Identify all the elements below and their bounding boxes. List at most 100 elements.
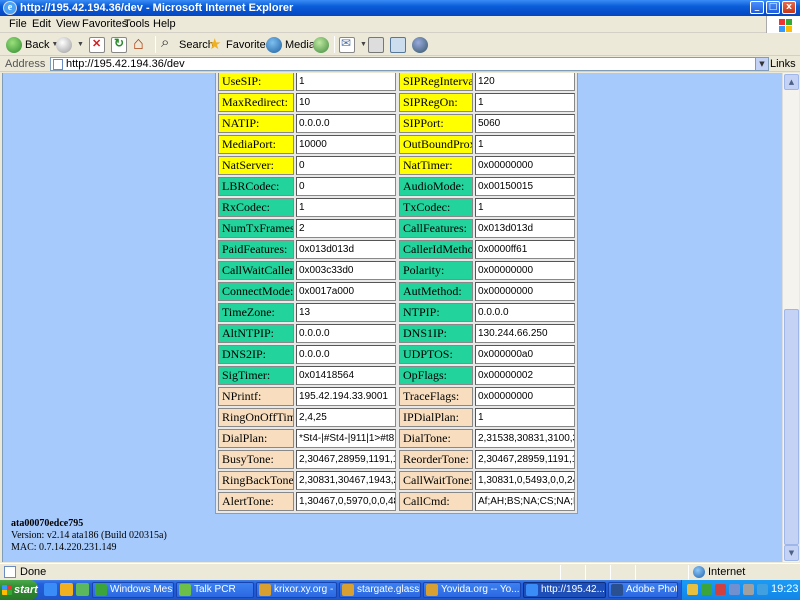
param-input[interactable]: 1 [296,198,396,217]
param-input[interactable]: 2,30467,28959,1191,151 [475,450,575,469]
param-input[interactable]: 0x00000002 [475,366,575,385]
menu-favorites[interactable]: Favorites [82,18,127,30]
param-input[interactable]: 0x00000000 [475,156,575,175]
task-label: krixor.xy.org - ... [274,584,336,595]
param-input[interactable]: 1 [475,135,575,154]
param-input[interactable]: 0x0000ff61 [475,240,575,259]
address-url[interactable]: http://195.42.194.36/dev [66,58,185,71]
param-input[interactable]: 1 [296,73,396,91]
tray-icon[interactable] [687,584,698,595]
messenger-icon [412,36,428,53]
param-input[interactable]: 0x013d013d [296,240,396,259]
tray-icon[interactable] [701,584,712,595]
menu-view[interactable]: View [56,18,80,30]
menu-edit[interactable]: Edit [32,18,51,30]
param-input[interactable]: 5060 [475,114,575,133]
param-label: BusyTone: [218,450,294,469]
mail-button[interactable]: ▼ [339,35,367,54]
param-input[interactable]: 120 [475,73,575,91]
maximize-button[interactable]: □ [766,1,780,14]
address-dropdown-icon[interactable]: ▼ [755,58,768,70]
param-input[interactable]: 130.244.66.250 [475,324,575,343]
param-input[interactable]: 1 [475,198,575,217]
print-button[interactable] [368,35,387,54]
taskbar-button[interactable]: http://195.42.... [523,582,606,598]
menu-help[interactable]: Help [153,18,176,30]
taskbar-button[interactable]: Windows Messe... [92,582,174,598]
edit-button[interactable] [390,35,409,54]
task-label: http://195.42.... [541,584,606,595]
param-input[interactable]: 1,30467,0,5970,0,0,480,4 [296,492,396,511]
param-input[interactable]: 13 [296,303,396,322]
param-input[interactable]: 0.0.0.0 [296,114,396,133]
taskbar-button[interactable]: Yovida.org -- Yo... [423,582,521,598]
param-row: NumTxFrames: 2 CallFeatures: 0x013d013d [216,217,579,238]
param-input[interactable]: 0x00000000 [475,282,575,301]
param-input[interactable]: 0.0.0.0 [475,303,575,322]
taskbar-button[interactable]: stargate.glassbi... [339,582,421,598]
tray-icon[interactable] [757,584,768,595]
forward-dropdown-icon[interactable]: ▼ [77,41,84,48]
taskbar-button[interactable]: Talk PCR [176,582,254,598]
param-input[interactable]: 195.42.194.33.9001 [296,387,396,406]
param-input[interactable]: *St4-|#St4-|911|1>#t8.r9t [296,429,396,448]
forward-button[interactable]: ▼ [56,35,84,54]
media-button[interactable]: Media [266,35,315,54]
minimize-button[interactable]: _ [750,1,764,14]
address-input[interactable]: http://195.42.194.36/dev ▼ [50,57,769,71]
tray-icon[interactable] [729,584,740,595]
param-input[interactable]: 0x000000a0 [475,345,575,364]
menu-file[interactable]: File [9,18,27,30]
tray-icon[interactable] [715,584,726,595]
param-input[interactable]: 2 [296,219,396,238]
start-button[interactable]: start [0,580,38,600]
links-button[interactable]: Links [770,58,796,70]
tray-icon[interactable] [743,584,754,595]
param-input[interactable]: 0x0017a000 [296,282,396,301]
ie-logo-icon: e [3,1,17,15]
param-input[interactable]: 0x00000000 [475,261,575,280]
back-arrow-icon [6,36,22,53]
param-input[interactable]: 2,30467,28959,1191,151 [296,450,396,469]
stop-button[interactable] [89,35,108,54]
param-input[interactable]: 1,30831,0,5493,0,0,2400, [475,471,575,490]
param-label: AudioMode: [399,177,473,196]
param-input[interactable]: 0 [296,177,396,196]
close-button[interactable]: x [782,1,796,14]
scroll-down-icon[interactable]: ▼ [784,545,799,561]
quicklaunch-folder-icon[interactable] [60,583,73,596]
back-button[interactable]: Back ▼ [6,35,58,54]
history-button[interactable] [313,35,332,54]
home-button[interactable] [133,33,152,54]
param-input[interactable]: 10 [296,93,396,112]
param-input[interactable]: 2,31538,30831,3100,388 [475,429,575,448]
messenger-button[interactable] [412,35,431,54]
scrollbar-thumb[interactable] [784,309,799,545]
vertical-scrollbar[interactable]: ▲ ▼ [782,73,799,562]
param-row: AlertTone:1,30467,0,5970,0,0,480,4CallCm… [216,490,579,511]
param-input[interactable]: Af;AH;BS;NA;CS;NA;Dt; [475,492,575,511]
param-input[interactable]: 1 [475,93,575,112]
param-input[interactable]: 0.0.0.0 [296,345,396,364]
quicklaunch-desktop-icon[interactable] [76,583,89,596]
refresh-button[interactable] [111,35,130,54]
param-input[interactable]: 0x003c33d0 [296,261,396,280]
param-input[interactable]: 0x01418564 [296,366,396,385]
taskbar-button[interactable]: Adobe Photoshop [608,582,678,598]
param-input[interactable]: 0 [296,156,396,175]
param-input[interactable]: 0x00150015 [475,177,575,196]
param-input[interactable]: 1 [475,408,575,427]
taskbar-button[interactable]: krixor.xy.org - ... [256,582,337,598]
menu-tools[interactable]: Tools [124,18,150,30]
param-input[interactable]: 2,4,25 [296,408,396,427]
favorites-button[interactable]: Favorites [207,35,271,54]
quicklaunch-ie-icon[interactable] [44,583,57,596]
param-input[interactable]: 0x013d013d [475,219,575,238]
mail-dropdown-icon[interactable]: ▼ [360,41,367,48]
param-input[interactable]: 10000 [296,135,396,154]
search-button[interactable]: Search [160,34,214,54]
param-input[interactable]: 0x00000000 [475,387,575,406]
param-input[interactable]: 0.0.0.0 [296,324,396,343]
scroll-up-icon[interactable]: ▲ [784,74,799,90]
param-input[interactable]: 2,30831,30467,1943,211 [296,471,396,490]
